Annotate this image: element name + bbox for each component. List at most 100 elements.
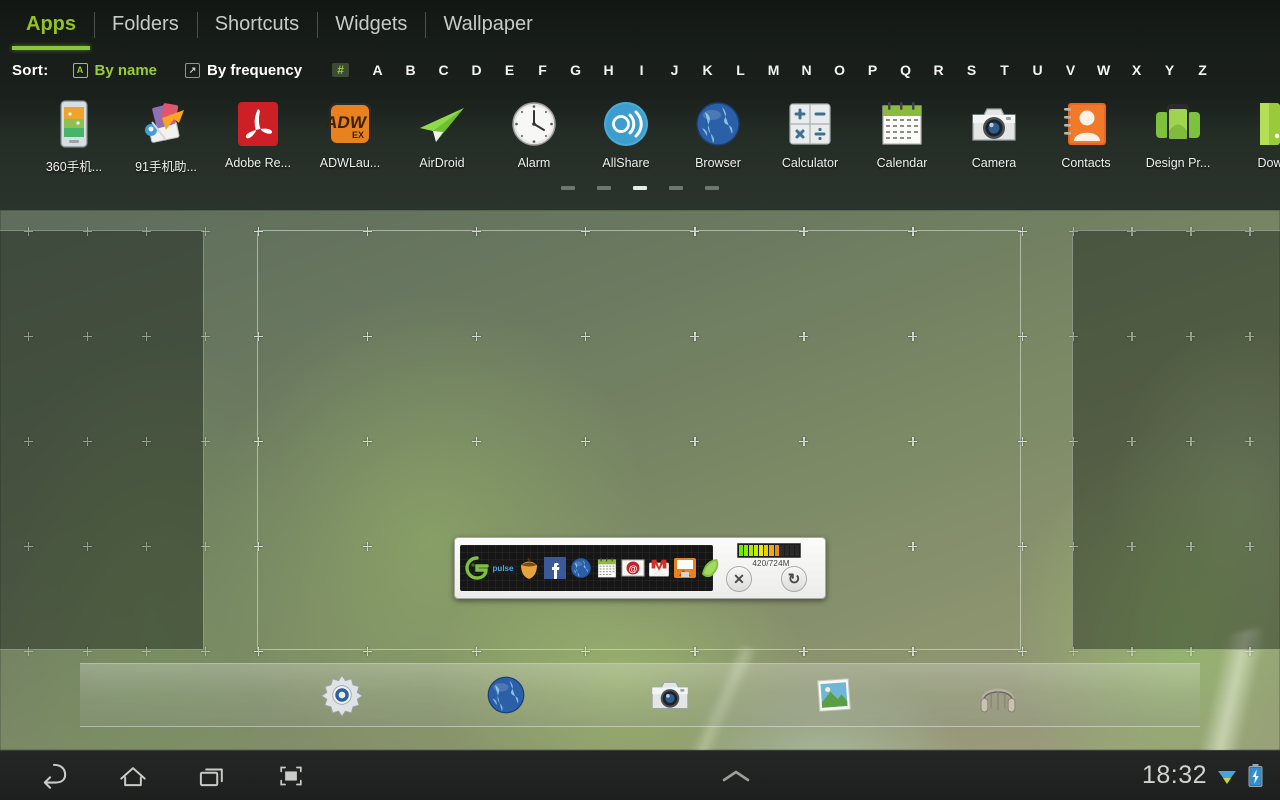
grid-marker [1127, 541, 1137, 551]
back-icon [37, 759, 71, 793]
tab-apps[interactable]: Apps [8, 0, 94, 50]
system-bar-center [330, 751, 1142, 800]
grid-marker [362, 226, 372, 236]
index-P[interactable]: P [856, 62, 889, 78]
app-label: Dow [1257, 156, 1280, 170]
tray-app-icon[interactable]: @ [621, 556, 645, 580]
app-item[interactable]: Adobe Re... [212, 98, 304, 170]
dock-item-browser[interactable] [484, 673, 528, 717]
index-V[interactable]: V [1054, 62, 1087, 78]
app-item[interactable]: Calculator [764, 98, 856, 170]
running-apps-tray[interactable]: pulse @ [460, 545, 719, 591]
index-W[interactable]: W [1087, 62, 1120, 78]
dock-item-settings[interactable] [320, 673, 364, 717]
screen-preview-right[interactable] [1068, 226, 1280, 656]
tab-label: Wallpaper [443, 13, 533, 35]
tray-app-icon[interactable] [517, 556, 541, 580]
dock-item-music[interactable] [976, 673, 1020, 717]
index-T[interactable]: T [988, 62, 1021, 78]
page-dot[interactable] [633, 186, 647, 190]
tab-folders[interactable]: Folders [94, 0, 197, 50]
index-C[interactable]: C [427, 62, 460, 78]
tray-app-icon[interactable] [595, 556, 619, 580]
page-dot[interactable] [561, 186, 575, 190]
tab-shortcuts[interactable]: Shortcuts [196, 0, 317, 50]
tab-label: Shortcuts [214, 13, 300, 35]
grid-marker [141, 646, 151, 656]
grid-marker [82, 436, 92, 446]
svg-text:pulse: pulse [493, 564, 514, 573]
index-Q[interactable]: Q [889, 62, 922, 78]
index-X[interactable]: X [1120, 62, 1153, 78]
tray-app-icon[interactable]: pulse [491, 556, 515, 580]
page-dot[interactable] [669, 186, 683, 190]
sort-option-by-name[interactable]: A By name [72, 62, 157, 79]
dock-item-gallery[interactable] [812, 673, 856, 717]
index-D[interactable]: D [460, 62, 493, 78]
index-E[interactable]: E [493, 62, 526, 78]
app-item[interactable]: Camera [948, 98, 1040, 170]
grid-marker [23, 646, 33, 656]
home-button[interactable] [93, 751, 172, 800]
tray-app-icon[interactable] [569, 556, 593, 580]
app-item[interactable]: Calendar [856, 98, 948, 170]
tray-app-icon[interactable] [673, 556, 697, 580]
app-item[interactable]: 91手机助... [120, 98, 212, 175]
index-U[interactable]: U [1021, 62, 1054, 78]
app-item[interactable]: AllShare [580, 98, 672, 170]
app-item[interactable]: 360手机... [28, 98, 120, 175]
index-G[interactable]: G [559, 62, 592, 78]
index-S[interactable]: S [955, 62, 988, 78]
index-Y[interactable]: Y [1153, 62, 1186, 78]
page-dot[interactable] [705, 186, 719, 190]
app-item[interactable]: Contacts [1040, 98, 1132, 170]
close-all-button[interactable]: ✕ [726, 566, 752, 592]
index-hash[interactable]: # [332, 63, 350, 77]
tray-app-icon[interactable] [543, 556, 567, 580]
app-grid[interactable]: 360手机... 91手机助... Adobe Re... ADW EX ADWL… [0, 90, 1280, 182]
back-button[interactable] [14, 751, 93, 800]
index-M[interactable]: M [757, 62, 790, 78]
app-item[interactable]: Design Pr... [1132, 98, 1224, 170]
index-B[interactable]: B [394, 62, 427, 78]
app-item[interactable]: Browser [672, 98, 764, 170]
app-item[interactable]: Dow [1224, 98, 1280, 170]
index-K[interactable]: K [691, 62, 724, 78]
tab-widgets[interactable]: Widgets [317, 0, 425, 50]
app-label: Calculator [781, 156, 839, 170]
app-item[interactable]: Alarm [488, 98, 580, 170]
app-item[interactable]: ADW EX ADWLau... [304, 98, 396, 170]
grid-marker [1068, 646, 1078, 656]
screenshot-button[interactable] [251, 751, 330, 800]
index-I[interactable]: I [625, 62, 658, 78]
grid-marker [1068, 541, 1078, 551]
index-F[interactable]: F [526, 62, 559, 78]
refresh-button[interactable]: ↻ [781, 566, 807, 592]
dock-item-camera[interactable] [648, 673, 692, 717]
tray-app-icon[interactable] [647, 556, 671, 580]
alphabet-index: # A B C D E F G H I J K L M N O P Q R S T U V W X Y Z [332, 62, 1219, 78]
screen-preview-left[interactable] [0, 226, 210, 656]
app-item[interactable]: AirDroid [396, 98, 488, 170]
page-dot[interactable] [597, 186, 611, 190]
index-A[interactable]: A [361, 62, 394, 78]
expand-notifications-button[interactable] [696, 751, 775, 800]
tray-app-icon[interactable] [465, 556, 489, 580]
index-R[interactable]: R [922, 62, 955, 78]
memory-segment [784, 545, 789, 556]
acorn-icon [517, 556, 541, 580]
tab-wallpaper[interactable]: Wallpaper [425, 0, 550, 50]
index-N[interactable]: N [790, 62, 823, 78]
index-H[interactable]: H [592, 62, 625, 78]
task-manager-widget[interactable]: pulse @ 420/724M ✕ ↻ [454, 537, 826, 599]
index-J[interactable]: J [658, 62, 691, 78]
index-Z[interactable]: Z [1186, 62, 1219, 78]
recent-apps-button[interactable] [172, 751, 251, 800]
index-L[interactable]: L [724, 62, 757, 78]
calendar-icon [876, 98, 928, 150]
app-label: AirDroid [419, 156, 465, 170]
index-O[interactable]: O [823, 62, 856, 78]
grid-marker [580, 331, 590, 341]
status-area[interactable]: 18:32 [1142, 761, 1264, 790]
sort-option-by-frequency[interactable]: ↗ By frequency [185, 62, 302, 79]
